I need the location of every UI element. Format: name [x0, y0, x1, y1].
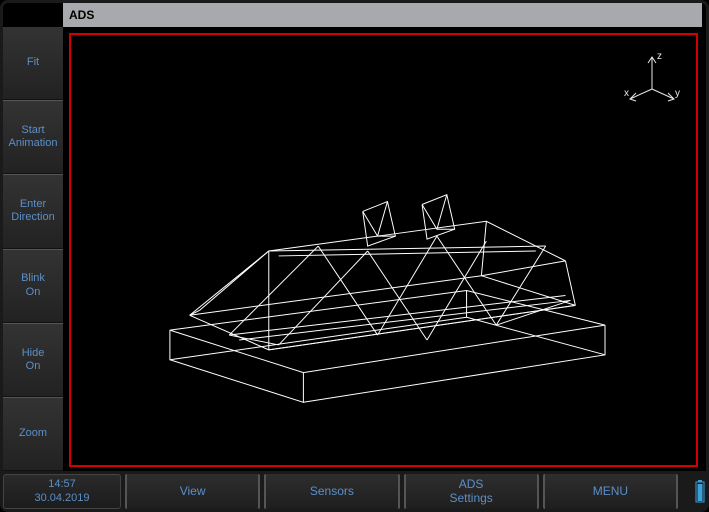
bottom-ads-settings-button[interactable]: ADSSettings: [404, 474, 539, 509]
sidebar-fit-button[interactable]: Fit: [3, 27, 63, 100]
axis-label-y: y: [675, 88, 680, 99]
bottom-view-button[interactable]: View: [125, 474, 260, 509]
sidebar-label: HideOn: [22, 347, 45, 373]
axis-label-z: z: [657, 51, 662, 62]
sidebar-label: EnterDirection: [11, 198, 54, 224]
bottom-label: Sensors: [310, 485, 354, 498]
sidebar-blink-on-button[interactable]: BlinkOn: [3, 249, 63, 323]
bottom-buttons: View Sensors ADSSettings MENU: [125, 474, 678, 509]
axis-label-x: x: [624, 88, 629, 99]
bottom-bar: 14:57 30.04.2019 View Sensors ADSSetting…: [3, 471, 706, 509]
battery-icon: [694, 474, 706, 509]
sidebar: Fit StartAnimation EnterDirection BlinkO…: [3, 27, 63, 471]
clock-time: 14:57: [48, 478, 76, 491]
title-bar: ADS: [63, 3, 702, 27]
axis-gizmo: z x y: [622, 49, 682, 109]
bottom-label: View: [180, 485, 206, 498]
sidebar-label: BlinkOn: [21, 272, 45, 298]
sidebar-enter-direction-button[interactable]: EnterDirection: [3, 174, 63, 248]
sidebar-label: Fit: [27, 56, 39, 69]
clock-date: 30.04.2019: [34, 492, 89, 505]
app-frame: ADS Fit StartAnimation EnterDirection Bl…: [0, 0, 709, 512]
sidebar-zoom-button[interactable]: Zoom: [3, 397, 63, 471]
sidebar-label: Zoom: [19, 427, 47, 440]
bottom-label: MENU: [593, 485, 628, 498]
app-title: ADS: [69, 8, 94, 22]
sidebar-label: StartAnimation: [9, 124, 58, 150]
bottom-sensors-button[interactable]: Sensors: [264, 474, 399, 509]
sidebar-hide-on-button[interactable]: HideOn: [3, 323, 63, 397]
wireframe-model: [71, 35, 696, 465]
viewport-3d[interactable]: z x y: [69, 33, 698, 467]
sidebar-start-animation-button[interactable]: StartAnimation: [3, 100, 63, 174]
clock-box: 14:57 30.04.2019: [3, 474, 121, 509]
bottom-menu-button[interactable]: MENU: [543, 474, 678, 509]
bottom-label: ADSSettings: [449, 478, 492, 504]
